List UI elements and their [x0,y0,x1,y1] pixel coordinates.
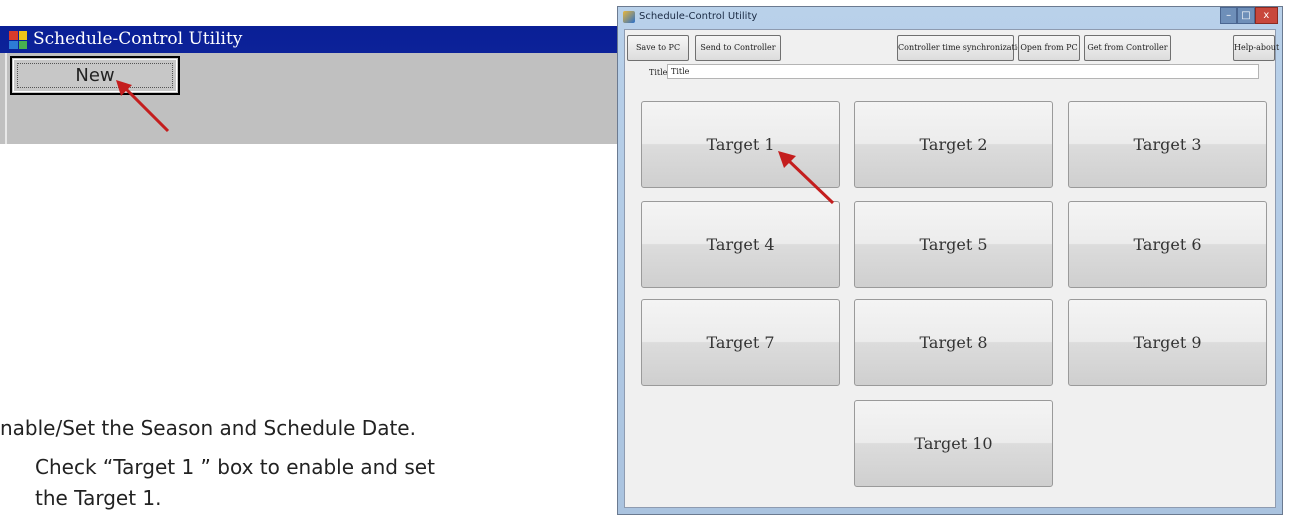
app-icon [623,11,635,23]
instruction-line-2: Check “Target 1 ” box to enable and set [35,455,435,479]
send-to-controller-button[interactable]: Send to Controller [695,35,781,61]
target-8-button[interactable]: Target 8 [854,299,1053,386]
small-window: Schedule-Control Utility New [0,26,622,144]
main-window-titlebar: Schedule-Control Utility – □ x [618,7,1282,29]
small-window-title: Schedule-Control Utility [33,29,243,49]
window-edge [5,53,7,144]
main-client-area: Save to PC Send to Controller Controller… [624,29,1279,508]
target-9-button[interactable]: Target 9 [1068,299,1267,386]
window-controls: – □ x [1220,7,1278,24]
title-input[interactable]: Title [667,64,1259,79]
help-about-button[interactable]: Help-about [1233,35,1279,61]
maximize-icon[interactable]: □ [1237,7,1255,24]
close-icon[interactable]: x [1254,7,1278,24]
target-6-button[interactable]: Target 6 [1068,201,1267,288]
new-button[interactable]: New [10,56,180,95]
main-window-title: Schedule-Control Utility [639,11,758,22]
focus-rect [17,63,173,88]
open-from-pc-button[interactable]: Open from PC [1018,35,1080,61]
target-7-button[interactable]: Target 7 [641,299,840,386]
target-2-button[interactable]: Target 2 [854,101,1053,188]
target-5-button[interactable]: Target 5 [854,201,1053,288]
title-label: Title [649,68,668,77]
target-3-button[interactable]: Target 3 [1068,101,1267,188]
get-from-controller-button[interactable]: Get from Controller [1084,35,1171,61]
save-to-pc-button[interactable]: Save to PC [627,35,689,61]
instruction-line-3: the Target 1. [35,486,162,510]
time-sync-button[interactable]: Controller time synchronization [897,35,1027,61]
main-window: Schedule-Control Utility – □ x Save to P… [617,6,1283,515]
target-10-button[interactable]: Target 10 [854,400,1053,487]
target-1-button[interactable]: Target 1 [641,101,840,188]
small-window-body: New [0,53,622,144]
app-icon [9,31,27,49]
target-4-button[interactable]: Target 4 [641,201,840,288]
small-window-titlebar: Schedule-Control Utility [0,26,622,53]
instruction-line-1: nable/Set the Season and Schedule Date. [0,416,416,440]
minimize-icon[interactable]: – [1220,7,1238,24]
